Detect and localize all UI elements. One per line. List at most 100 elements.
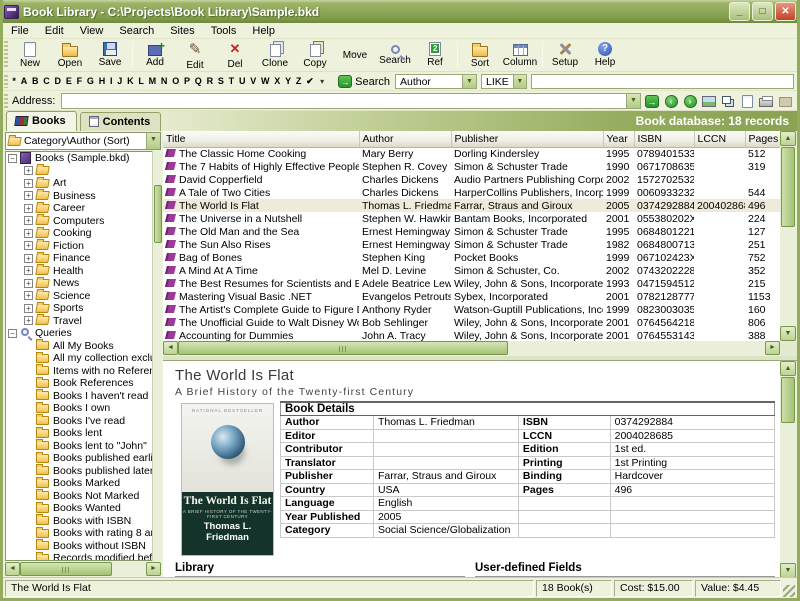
alphabet-letter-w[interactable]: W [259, 76, 272, 87]
chevron-down-icon[interactable]: ▼ [146, 133, 160, 149]
close-button[interactable]: ✕ [775, 2, 796, 21]
column-header-pages[interactable]: Pages [745, 131, 780, 147]
tree-item-cooking[interactable]: +Cooking [6, 227, 160, 240]
table-row[interactable]: The Best Resumes for Scientists and Engi… [163, 277, 780, 290]
alphabet-letter-all[interactable]: * [10, 76, 18, 87]
table-row[interactable]: The Artist's Complete Guide to Figure Dr… [163, 303, 780, 316]
scroll-right-button[interactable]: ► [146, 562, 161, 576]
alphabet-letter-p[interactable]: P [182, 76, 193, 87]
column-header-year[interactable]: Year [603, 131, 634, 147]
menu-sites[interactable]: Sites [162, 25, 202, 37]
maximize-button[interactable]: □ [752, 2, 773, 21]
alphabet-letter-i[interactable]: I [108, 76, 115, 87]
table-row[interactable]: Accounting for DummiesJohn A. TracyWiley… [163, 329, 780, 341]
expand-expander-icon[interactable]: + [24, 254, 33, 263]
alphabet-letter-g[interactable]: G [85, 76, 97, 87]
table-row[interactable]: The Classic Home CookingMary BerryDorlin… [163, 147, 780, 160]
tree-item-books-wanted[interactable]: Books Wanted [6, 502, 160, 515]
scroll-up-button[interactable]: ▲ [780, 131, 796, 146]
copy-button[interactable]: Copy [295, 39, 335, 71]
alphabet-letter-check[interactable]: ✔ [304, 76, 316, 87]
clone-button[interactable]: Clone [255, 39, 295, 71]
tree-item-records-modified-before-11[interactable]: Records modified before 11 [6, 552, 160, 561]
scroll-down-button[interactable]: ▼ [780, 563, 796, 577]
expand-expander-icon[interactable]: + [24, 216, 33, 225]
menu-edit[interactable]: Edit [37, 25, 72, 37]
alphabet-letter-q[interactable]: Q [192, 76, 204, 87]
tab-contents[interactable]: Contents [80, 112, 162, 131]
menu-search[interactable]: Search [111, 25, 162, 37]
alphabet-letter-f[interactable]: F [74, 76, 84, 87]
expand-expander-icon[interactable]: + [24, 229, 33, 238]
tree-item-books-sample-bkd[interactable]: −Books (Sample.bkd) [6, 152, 160, 165]
column-header-lccn[interactable]: LCCN [694, 131, 745, 147]
move-button[interactable]: Move [335, 39, 375, 71]
alphabet-letter-y[interactable]: Y [283, 76, 294, 87]
tree-item-books-with-rating-8-and-high[interactable]: Books with rating 8 and high [6, 527, 160, 540]
report-button[interactable] [739, 94, 755, 109]
alphabet-letter-s[interactable]: S [215, 76, 226, 87]
column-button[interactable]: Column [500, 39, 540, 71]
tree-item-sports[interactable]: +Sports [6, 302, 160, 315]
menu-file[interactable]: File [3, 25, 37, 37]
menu-tools[interactable]: Tools [203, 25, 245, 37]
expand-expander-icon[interactable]: + [24, 266, 33, 275]
alphabet-more-button[interactable]: ▾ [316, 77, 328, 86]
tree-item-health[interactable]: +Health [6, 265, 160, 278]
alphabet-letter-d[interactable]: D [52, 76, 63, 87]
tab-books[interactable]: Books [6, 111, 77, 131]
search-field-select[interactable]: Author ▼ [395, 74, 477, 89]
alphabet-letter-b[interactable]: B [30, 76, 41, 87]
tree-item-books-i-haven-t-read[interactable]: Books I haven't read [6, 390, 160, 403]
minimize-button[interactable]: _ [729, 2, 750, 21]
tree-vertical-scrollbar[interactable] [152, 151, 162, 561]
scrollbar-thumb[interactable] [781, 147, 795, 227]
scrollbar-track[interactable] [20, 562, 146, 576]
collapse-expander-icon[interactable]: − [8, 154, 17, 163]
expand-expander-icon[interactable]: + [24, 204, 33, 213]
search-button[interactable]: Search [375, 39, 415, 71]
chevron-down-icon[interactable]: ▼ [513, 75, 526, 88]
address-go-button[interactable]: → [644, 94, 660, 109]
resize-grip[interactable] [783, 585, 795, 597]
address-dropdown-button[interactable]: ▼ [626, 94, 640, 108]
tree-item-art[interactable]: +Art [6, 177, 160, 190]
search-operator-select[interactable]: LIKE ▼ [481, 74, 527, 89]
column-header-title[interactable]: Title [163, 131, 359, 147]
alphabet-letter-k[interactable]: K [125, 76, 136, 87]
alphabet-letter-t[interactable]: T [226, 76, 236, 87]
table-row[interactable]: The Sun Also RisesErnest HemingwaySimon … [163, 238, 780, 251]
export-button[interactable] [777, 94, 793, 109]
print-button[interactable] [758, 94, 774, 109]
back-button[interactable]: ‹ [663, 94, 679, 109]
alphabet-letter-o[interactable]: O [170, 76, 182, 87]
edit-button[interactable]: Edit [175, 39, 215, 71]
expand-expander-icon[interactable]: + [24, 241, 33, 250]
expand-expander-icon[interactable]: + [24, 316, 33, 325]
table-row[interactable]: A Mind At A TimeMel D. LevineSimon & Sch… [163, 264, 780, 277]
expand-expander-icon[interactable]: + [24, 191, 33, 200]
address-input[interactable] [62, 94, 626, 108]
tree-item-all-my-collection-exclude-boo[interactable]: All my collection exclude boo [6, 352, 160, 365]
alphabet-letter-r[interactable]: R [204, 76, 215, 87]
expand-expander-icon[interactable]: + [24, 304, 33, 313]
column-header-isbn[interactable]: ISBN [634, 131, 694, 147]
tree-horizontal-scrollbar[interactable]: ◄ ► [5, 562, 161, 576]
table-horizontal-scrollbar[interactable]: ◄ ► [163, 341, 780, 356]
alphabet-letter-v[interactable]: V [248, 76, 259, 87]
scroll-up-button[interactable]: ▲ [780, 361, 796, 376]
alphabet-letter-c[interactable]: C [41, 76, 52, 87]
del-button[interactable]: Del [215, 39, 255, 71]
tree-item-travel[interactable]: +Travel [6, 315, 160, 328]
column-header-author[interactable]: Author [359, 131, 451, 147]
ref-button[interactable]: Ref [415, 39, 455, 71]
tree-item-books-marked[interactable]: Books Marked [6, 477, 160, 490]
open-button[interactable]: Open [50, 39, 90, 71]
scroll-left-button[interactable]: ◄ [5, 562, 20, 576]
table-row[interactable]: David CopperfieldCharles DickensAudio Pa… [163, 173, 780, 186]
tree-item-books-without-isbn[interactable]: Books without ISBN [6, 540, 160, 553]
tree-item-books-with-isbn[interactable]: Books with ISBN [6, 515, 160, 528]
toolbar-grip[interactable] [4, 41, 8, 69]
tree-item-news[interactable]: +News [6, 277, 160, 290]
alphabet-letter-a[interactable]: A [18, 76, 29, 87]
